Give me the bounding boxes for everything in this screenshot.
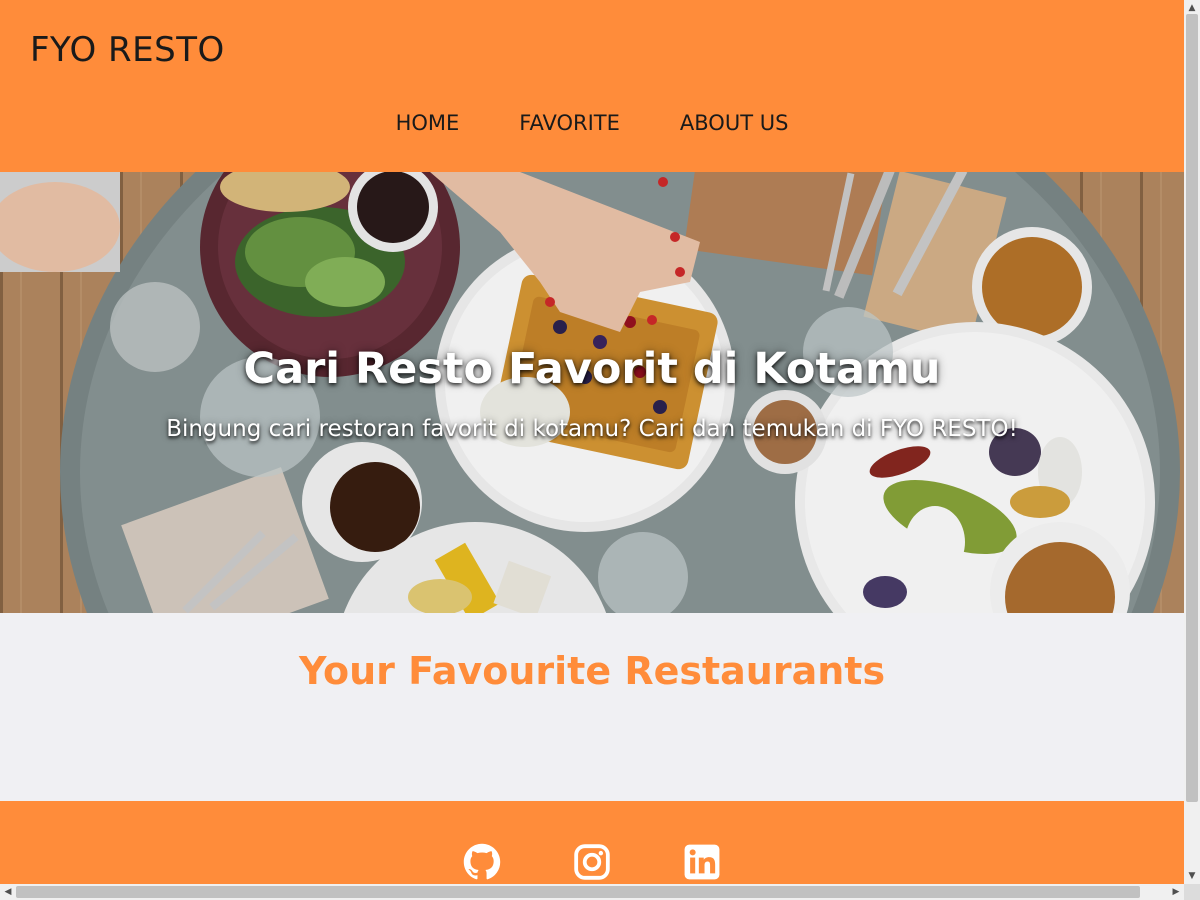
linkedin-icon[interactable]	[683, 843, 721, 881]
horizontal-scroll-thumb[interactable]	[16, 886, 1140, 898]
social-links	[0, 843, 1184, 881]
app-bar: FYO RESTO HOME FAVORITE ABOUT US	[0, 0, 1184, 172]
hero-subtitle: Bingung cari restoran favorit di kotamu?…	[166, 416, 1018, 442]
brand-title: FYO RESTO	[30, 30, 225, 70]
nav-about-link[interactable]: ABOUT US	[650, 108, 819, 138]
page-viewport: FYO RESTO HOME FAVORITE ABOUT US Cari Re…	[0, 0, 1184, 884]
scroll-right-icon[interactable]: ▶	[1168, 884, 1184, 900]
scrollbar-corner	[1184, 884, 1200, 900]
scroll-down-icon[interactable]: ▼	[1184, 868, 1200, 884]
main-nav: HOME FAVORITE ABOUT US	[0, 108, 1184, 138]
github-icon[interactable]	[463, 843, 501, 881]
scroll-left-icon[interactable]: ◀	[0, 884, 16, 900]
hero: Cari Resto Favorit di Kotamu Bingung car…	[0, 172, 1184, 613]
vertical-scroll-thumb[interactable]	[1186, 14, 1198, 802]
instagram-icon[interactable]	[573, 843, 611, 881]
main-content: Your Favourite Restaurants	[0, 613, 1184, 801]
nav-home-link[interactable]: HOME	[366, 108, 490, 138]
hero-title: Cari Resto Favorit di Kotamu	[243, 344, 941, 394]
footer	[0, 801, 1184, 884]
nav-favorite-link[interactable]: FAVORITE	[489, 108, 650, 138]
section-title: Your Favourite Restaurants	[298, 649, 886, 693]
